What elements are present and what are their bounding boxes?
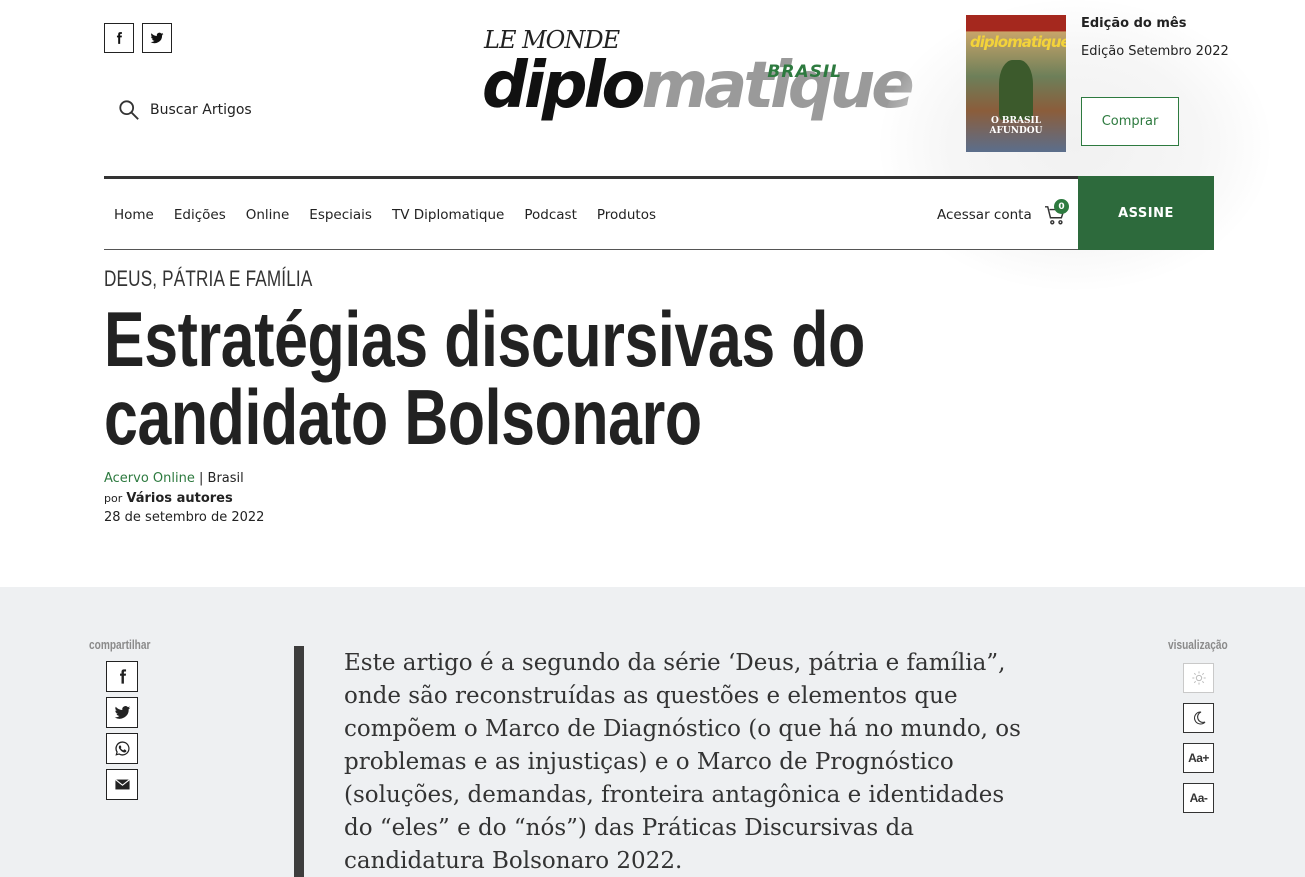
twitter-button[interactable] [142, 23, 172, 53]
section-link[interactable]: Acervo Online [104, 471, 195, 486]
nav-item-edicoes[interactable]: Edições [174, 207, 226, 223]
byline-prefix: por [104, 491, 123, 505]
cover-top-band [966, 15, 1066, 31]
buy-button[interactable]: Comprar [1081, 97, 1179, 146]
nav-item-especiais[interactable]: Especiais [309, 207, 372, 223]
share-buttons [106, 661, 138, 800]
facebook-icon [116, 32, 122, 44]
article-body-area: compartilhar Este artigo é a segundo da … [0, 587, 1305, 877]
main-nav: Home Edições Online Especiais TV Diploma… [104, 176, 1214, 250]
region-label: Brasil [207, 471, 244, 486]
search-articles[interactable]: Buscar Artigos [118, 99, 252, 121]
whatsapp-icon [114, 741, 130, 756]
nav-item-home[interactable]: Home [114, 207, 154, 223]
byline-authors[interactable]: Vários autores [126, 491, 232, 506]
dark-mode-button[interactable] [1183, 703, 1214, 733]
account-link[interactable]: Acessar conta [937, 179, 1032, 250]
share-label: compartilhar [89, 637, 151, 652]
section-separator: | [199, 471, 204, 486]
nav-item-online[interactable]: Online [246, 207, 290, 223]
moon-icon [1193, 711, 1205, 725]
cover-title: diplomatique [970, 33, 1066, 51]
logo-diplomatique: diplomatique [482, 54, 915, 118]
site-logo[interactable]: LE MONDE diplomatique BRASIL [482, 26, 915, 142]
cart-button[interactable]: 0 [1044, 199, 1069, 227]
logo-matique-part: matique [641, 49, 914, 123]
subscribe-button[interactable]: ASSINE [1078, 176, 1214, 250]
edition-cover-image[interactable]: diplomatique O BRASIL AFUNDOU [966, 15, 1066, 152]
share-email-button[interactable] [106, 769, 138, 800]
edition-name: Edição Setembro 2022 [1081, 44, 1229, 59]
search-label: Buscar Artigos [150, 102, 252, 118]
article-title: Estratégias discursivas do candidato Bol… [104, 295, 865, 461]
edition-info: Edição do mês Edição Setembro 2022 [1081, 16, 1229, 59]
facebook-button[interactable] [104, 23, 134, 53]
cover-figure [999, 60, 1033, 120]
logo-diplo-part: diplo [482, 49, 645, 123]
article-date: 28 de setembro de 2022 [104, 510, 265, 525]
display-options: Aa+ Aa- [1183, 663, 1214, 813]
light-mode-button[interactable] [1183, 663, 1214, 693]
twitter-icon [150, 32, 164, 44]
cover-headline: O BRASIL AFUNDOU [989, 116, 1043, 136]
article-meta: Acervo Online | Brasil por Vários autore… [104, 469, 264, 528]
sun-icon [1191, 671, 1206, 685]
cart-count-badge: 0 [1054, 199, 1069, 214]
display-label: visualização [1168, 637, 1228, 652]
social-top-links [104, 23, 172, 53]
nav-item-produtos[interactable]: Produtos [597, 207, 656, 223]
share-whatsapp-button[interactable] [106, 733, 138, 764]
article-section-line: Acervo Online | Brasil [104, 469, 264, 489]
edition-label: Edição do mês [1081, 16, 1187, 31]
article-kicker: DEUS, PÁTRIA E FAMÍLIA [104, 266, 313, 291]
email-icon [114, 779, 130, 790]
nav-item-podcast[interactable]: Podcast [524, 207, 577, 223]
search-icon [119, 100, 139, 120]
article-byline: por Vários autores [104, 489, 264, 509]
font-decrease-button[interactable]: Aa- [1183, 783, 1214, 813]
logo-brasil: BRASIL [767, 62, 842, 82]
font-increase-button[interactable]: Aa+ [1183, 743, 1214, 773]
facebook-icon [119, 669, 126, 684]
lead-quote-bar [294, 646, 304, 877]
twitter-icon [114, 706, 130, 719]
article-lead: Este artigo é a segundo da série ‘Deus, … [344, 650, 1021, 874]
nav-item-tv-diplomatique[interactable]: TV Diplomatique [392, 207, 504, 223]
share-facebook-button[interactable] [106, 661, 138, 692]
nav-menu: Home Edições Online Especiais TV Diploma… [114, 179, 656, 250]
share-twitter-button[interactable] [106, 697, 138, 728]
